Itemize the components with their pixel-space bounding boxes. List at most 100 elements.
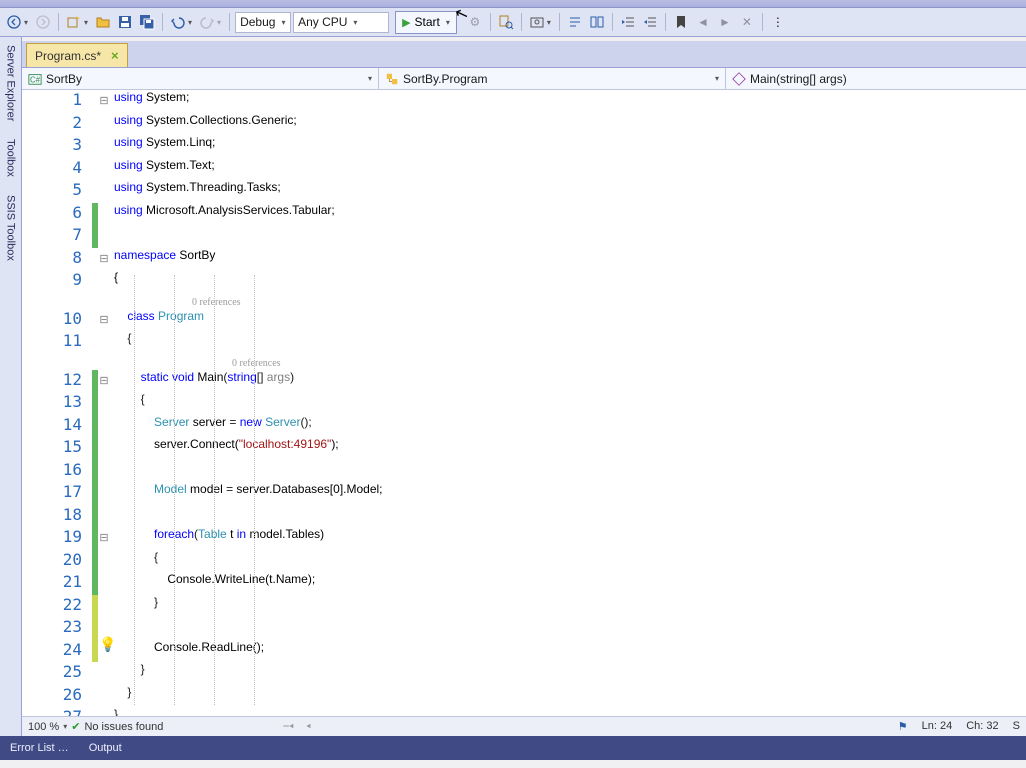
svg-text:C#: C#: [30, 75, 41, 84]
code-line[interactable]: 4using System.Text;: [22, 158, 1026, 181]
line-number: 5: [22, 180, 92, 203]
zoom-combo[interactable]: 100 %: [28, 721, 59, 733]
fold-toggle: [98, 572, 110, 595]
code-editor[interactable]: 1using System;2using System.Collections.…: [22, 90, 1026, 716]
fold-toggle: [98, 415, 110, 438]
start-button[interactable]: ▶Start▾: [395, 11, 457, 34]
platform-combo[interactable]: Any CPU▾: [293, 12, 389, 33]
error-list-tab[interactable]: Error List …: [0, 736, 79, 760]
code-line[interactable]: 5using System.Threading.Tasks;: [22, 180, 1026, 203]
find-in-files-button[interactable]: [496, 12, 516, 32]
uncomment-button[interactable]: [587, 12, 607, 32]
attach-button[interactable]: ⚙: [465, 12, 485, 32]
fold-toggle[interactable]: [98, 309, 110, 332]
line-number: 20: [22, 550, 92, 573]
line-number: 1: [22, 90, 92, 113]
code-line[interactable]: 23: [22, 617, 1026, 640]
nav-back-dropdown[interactable]: ▾: [24, 18, 28, 27]
code-line[interactable]: 2using System.Collections.Generic;: [22, 113, 1026, 136]
code-line[interactable]: 22 }: [22, 595, 1026, 618]
fold-toggle[interactable]: [98, 527, 110, 550]
code-line[interactable]: 15 server.Connect("localhost:49196");: [22, 437, 1026, 460]
code-line[interactable]: 9{: [22, 270, 1026, 293]
codelens-class_refs[interactable]: 0 references: [192, 297, 241, 308]
next-bookmark-button[interactable]: ►: [715, 12, 735, 32]
output-tab[interactable]: Output: [79, 736, 132, 760]
codelens-method_refs[interactable]: 0 references: [232, 358, 281, 369]
fold-toggle: [98, 685, 110, 708]
line-number: 11: [22, 331, 92, 354]
open-file-button[interactable]: [93, 12, 113, 32]
code-line[interactable]: 10 class Program: [22, 309, 1026, 332]
screenshot-button[interactable]: [527, 12, 547, 32]
nav-back-button[interactable]: [4, 12, 24, 32]
side-tab-well: Server Explorer Toolbox SSIS Toolbox: [0, 37, 22, 737]
document-tab-active[interactable]: Program.cs* ×: [26, 43, 128, 67]
bookmark-button[interactable]: [671, 12, 691, 32]
code-line[interactable]: 7: [22, 225, 1026, 248]
main-toolbar: ▾ ▾ ▾ ▾ Debug▾ Any CPU▾ ▶Start▾ ↖ ⚙ ▾ ◄ …: [0, 8, 1026, 37]
comment-button[interactable]: [565, 12, 585, 32]
code-line[interactable]: 19 foreach(Table t in model.Tables): [22, 527, 1026, 550]
code-line[interactable]: 12 static void Main(string[] args): [22, 370, 1026, 393]
code-line[interactable]: 20 {: [22, 550, 1026, 573]
col-indicator: Ch: 32: [966, 720, 998, 733]
side-tab-toolbox[interactable]: Toolbox: [3, 135, 19, 181]
line-number: 14: [22, 415, 92, 438]
fold-toggle: [98, 113, 110, 136]
fold-toggle[interactable]: [98, 90, 110, 113]
undo-dropdown[interactable]: ▾: [188, 18, 192, 27]
fold-toggle: [98, 135, 110, 158]
save-button[interactable]: [115, 12, 135, 32]
line-number: 23: [22, 617, 92, 640]
issues-label[interactable]: No issues found: [84, 721, 163, 733]
class-combo[interactable]: SortBy.Program ▾: [379, 68, 725, 89]
new-project-button[interactable]: [64, 12, 84, 32]
close-icon[interactable]: ×: [111, 48, 119, 63]
fold-toggle[interactable]: [98, 248, 110, 271]
code-line[interactable]: 3using System.Linq;: [22, 135, 1026, 158]
line-number: 21: [22, 572, 92, 595]
config-combo[interactable]: Debug▾: [235, 12, 291, 33]
undo-button[interactable]: [168, 12, 188, 32]
flag-icon[interactable]: ⚑: [898, 720, 908, 733]
nav-fwd-button[interactable]: [33, 12, 53, 32]
side-tab-ssis-toolbox[interactable]: SSIS Toolbox: [3, 191, 19, 265]
outdent-button[interactable]: [640, 12, 660, 32]
save-all-button[interactable]: [137, 12, 157, 32]
project-combo[interactable]: C# SortBy ▾: [22, 68, 378, 89]
fold-toggle: [98, 460, 110, 483]
splitter-handle-icon[interactable]: ⎯◂ ◂: [283, 720, 311, 733]
code-line[interactable]: 25 }: [22, 662, 1026, 685]
code-line[interactable]: 26 }: [22, 685, 1026, 708]
code-line[interactable]: 13 {: [22, 392, 1026, 415]
clear-bookmarks-button[interactable]: ✕: [737, 12, 757, 32]
fold-toggle[interactable]: [98, 370, 110, 393]
code-line[interactable]: 18: [22, 505, 1026, 528]
side-tab-server-explorer[interactable]: Server Explorer: [3, 41, 19, 125]
redo-button[interactable]: [197, 12, 217, 32]
code-line[interactable]: 11 {: [22, 331, 1026, 354]
member-combo[interactable]: Main(string[] args): [726, 68, 1026, 89]
screenshot-dropdown[interactable]: ▾: [547, 18, 551, 27]
line-number: 17: [22, 482, 92, 505]
code-line[interactable]: 8namespace SortBy: [22, 248, 1026, 271]
line-number: 13: [22, 392, 92, 415]
code-line[interactable]: 17 Model model = server.Databases[0].Mod…: [22, 482, 1026, 505]
line-number: 22: [22, 595, 92, 618]
new-project-dropdown[interactable]: ▾: [84, 18, 88, 27]
code-line[interactable]: 6using Microsoft.AnalysisServices.Tabula…: [22, 203, 1026, 226]
code-line[interactable]: 14 Server server = new Server();: [22, 415, 1026, 438]
toolbar-overflow-button[interactable]: ⋮: [768, 12, 788, 32]
navigation-bar: C# SortBy ▾ SortBy.Program ▾ Main(string…: [22, 68, 1026, 90]
code-line[interactable]: 1using System;: [22, 90, 1026, 113]
indent-button[interactable]: [618, 12, 638, 32]
redo-dropdown[interactable]: ▾: [217, 18, 221, 27]
lightbulb-icon[interactable]: 💡: [99, 636, 116, 653]
fold-toggle: [98, 437, 110, 460]
prev-bookmark-button[interactable]: ◄: [693, 12, 713, 32]
code-line[interactable]: 16: [22, 460, 1026, 483]
code-line[interactable]: 24 Console.ReadLine();: [22, 640, 1026, 663]
code-line[interactable]: 21 Console.WriteLine(t.Name);: [22, 572, 1026, 595]
fold-toggle: [98, 331, 110, 354]
